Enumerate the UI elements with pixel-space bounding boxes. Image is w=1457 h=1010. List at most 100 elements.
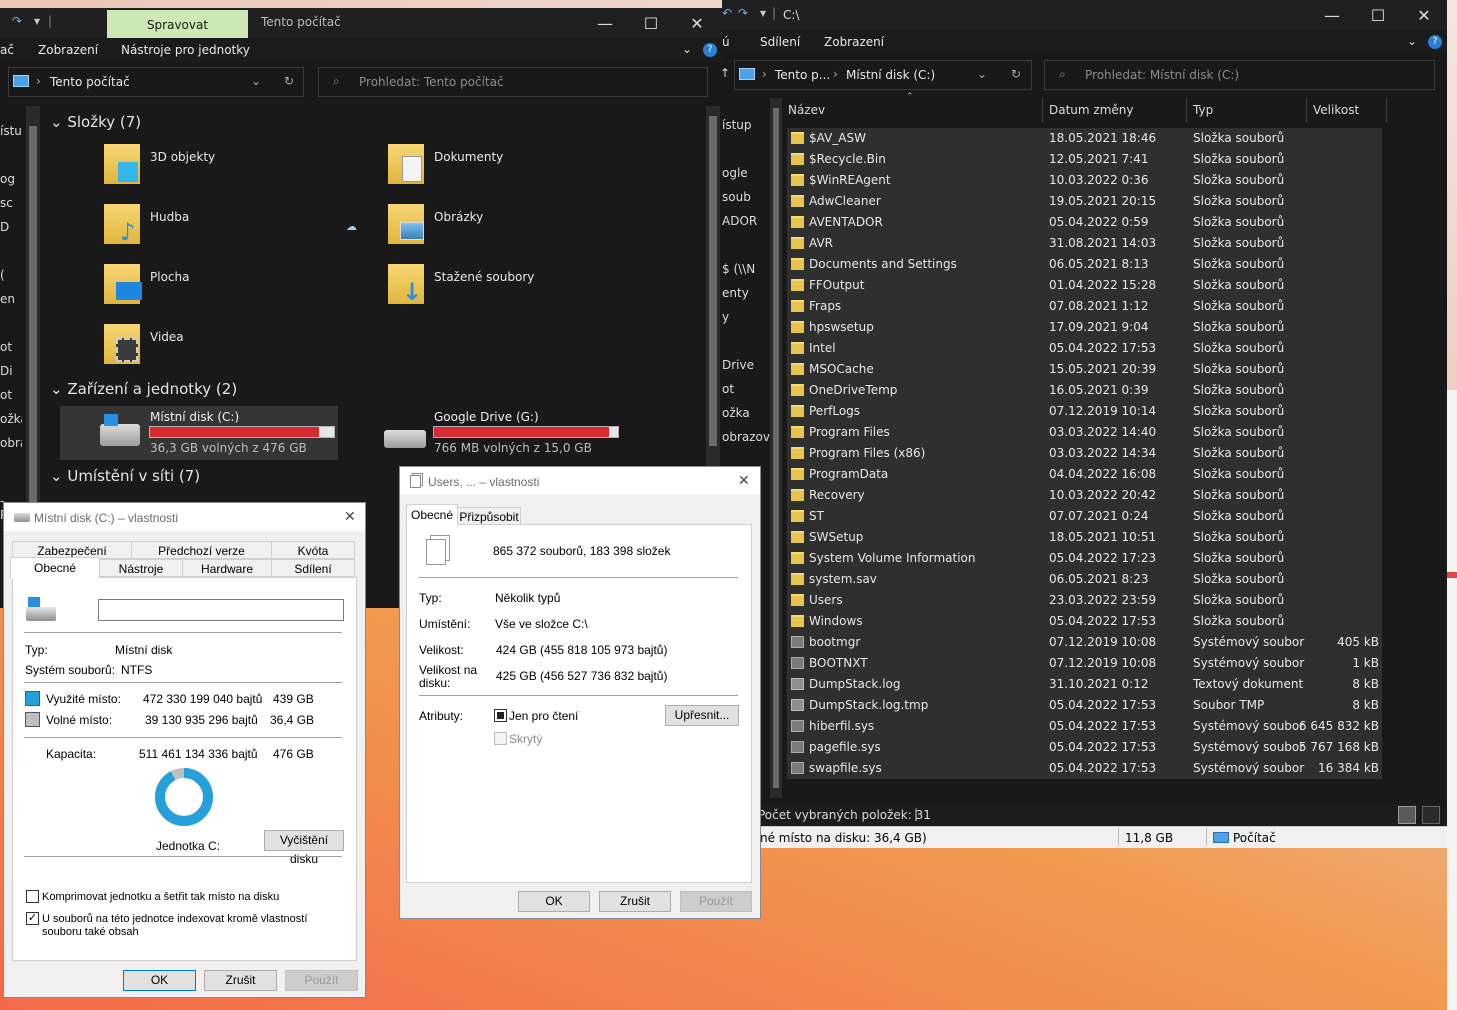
up-arrow-icon[interactable]: ↑ xyxy=(720,66,730,80)
nav-item[interactable]: ot xyxy=(0,340,12,354)
ribbon-expand-icon[interactable]: ⌄ xyxy=(682,42,692,56)
nav-item[interactable]: $ (\\N xyxy=(722,262,755,276)
file-row[interactable]: Windows 05.04.2022 17:53 Složka souborů xyxy=(787,611,1382,632)
folder-documents[interactable]: Dokumenty xyxy=(388,144,608,192)
nav-item[interactable]: obrazov xyxy=(722,430,770,444)
advanced-button[interactable]: Upřesnit... xyxy=(665,705,739,726)
refresh-icon[interactable]: ↻ xyxy=(1011,67,1021,81)
tab-sharing[interactable]: Sdílení xyxy=(271,559,355,577)
close-button[interactable]: ✕ xyxy=(674,8,720,38)
file-row[interactable]: $Recycle.Bin 12.05.2021 7:41 Složka soubor… xyxy=(787,149,1382,170)
file-row[interactable]: Users 23.03.2022 23:59 Složka souborů xyxy=(787,590,1382,611)
content-scrollbar[interactable] xyxy=(706,106,720,466)
nav-item[interactable]: Drive xyxy=(722,358,754,372)
file-row[interactable]: AdwCleaner 19.05.2021 20:15 Složka souborů xyxy=(787,191,1382,212)
refresh-icon[interactable]: ↻ xyxy=(284,74,294,88)
breadcrumb-c-drive[interactable]: Místní disk (C:) xyxy=(846,68,935,82)
folders-group-header[interactable]: ⌄ Složky (7) xyxy=(50,113,141,131)
address-bar[interactable]: › Tento p... › Místní disk (C:) ⌄ ↻ xyxy=(734,60,1032,90)
column-header-name[interactable]: Název xyxy=(788,98,825,122)
tab-home[interactable]: ú xyxy=(722,30,730,54)
maximize-button[interactable]: ☐ xyxy=(628,8,674,38)
maximize-button[interactable]: ☐ xyxy=(1355,0,1401,30)
file-row[interactable]: DumpStack.log 31.10.2021 0:12 Textový doku… xyxy=(787,674,1382,695)
file-row[interactable]: BOOTNXT 07.12.2019 10:08 Systémový soubor 1… xyxy=(787,653,1382,674)
minimize-button[interactable]: — xyxy=(582,8,628,38)
nav-item[interactable]: ogle xyxy=(722,166,748,180)
close-icon[interactable]: ✕ xyxy=(344,508,356,525)
tab-view[interactable]: Zobrazení xyxy=(38,38,98,62)
tab-computer[interactable]: ač xyxy=(0,38,14,62)
undo-icon[interactable]: ↶ xyxy=(722,6,732,20)
file-row[interactable]: Documents and Settings 06.05.2021 8:13 Slo… xyxy=(787,254,1382,275)
nav-scroll-thumb[interactable] xyxy=(29,126,37,566)
file-row[interactable]: FFOutput 01.04.2022 15:28 Složka souborů xyxy=(787,275,1382,296)
folder-videos[interactable]: Videa xyxy=(104,324,324,372)
large-icons-view-icon[interactable] xyxy=(1422,806,1440,824)
address-history-icon[interactable]: ⌄ xyxy=(251,74,261,88)
file-row[interactable]: PerfLogs 07.12.2019 10:14 Složka souborů xyxy=(787,401,1382,422)
file-row[interactable]: MSOCache 15.05.2021 20:39 Složka souborů xyxy=(787,359,1382,380)
file-row[interactable]: system.sav 06.05.2021 8:23 Složka souborů xyxy=(787,569,1382,590)
column-header-size[interactable]: Velikost xyxy=(1313,98,1359,122)
file-row[interactable]: ST 07.07.2021 0:24 Složka souborů xyxy=(787,506,1382,527)
column-separator[interactable] xyxy=(1186,98,1187,122)
nav-scroll-thumb[interactable] xyxy=(773,108,779,788)
file-row[interactable]: pagefile.sys 05.04.2022 17:53 Systémový so… xyxy=(787,737,1382,758)
file-row[interactable]: AVENTADOR 05.04.2022 0:59 Složka souborů xyxy=(787,212,1382,233)
column-separator[interactable] xyxy=(1042,98,1043,122)
tab-view[interactable]: Zobrazení xyxy=(824,30,884,54)
breadcrumb-this-pc[interactable]: Tento p... xyxy=(775,68,830,82)
file-row[interactable]: ProgramData 04.04.2022 16:08 Složka soubor… xyxy=(787,464,1382,485)
folder-music[interactable]: ♪ Hudba xyxy=(104,204,324,252)
tab-tools[interactable]: Nástroje xyxy=(99,559,183,577)
compress-checkbox[interactable] xyxy=(26,890,39,903)
redo-icon[interactable]: ↷ xyxy=(738,6,748,20)
tab-general[interactable]: Obecné xyxy=(406,504,458,526)
nav-item[interactable]: ot xyxy=(722,382,734,396)
devices-group-header[interactable]: ⌄ Zařízení a jednotky (2) xyxy=(50,380,237,398)
search-input[interactable]: ⌕ Prohledat: Místní disk (C:) xyxy=(1044,60,1435,90)
ribbon-context-tab[interactable]: Spravovat xyxy=(107,10,248,38)
nav-item[interactable]: y xyxy=(722,310,729,324)
column-header-type[interactable]: Typ xyxy=(1193,98,1213,122)
ok-button[interactable]: OK xyxy=(123,970,196,991)
search-input[interactable]: ⌕ Prohledat: Tento počítač xyxy=(318,67,708,97)
address-history-icon[interactable]: ⌄ xyxy=(977,67,987,81)
folder-downloads[interactable]: ↓ Stažené soubory xyxy=(388,264,608,312)
qat-dropdown-icon[interactable]: ▾ xyxy=(760,6,766,20)
tab-customize[interactable]: Přizpůsobit xyxy=(457,507,521,525)
ribbon-expand-icon[interactable]: ⌄ xyxy=(1407,34,1417,48)
nav-item[interactable]: ( xyxy=(0,268,5,282)
help-icon[interactable]: ? xyxy=(703,43,717,57)
file-row[interactable]: bootmgr 07.12.2019 10:08 Systémový soubor 4… xyxy=(787,632,1382,653)
nav-item[interactable]: og xyxy=(0,172,15,186)
readonly-checkbox[interactable] xyxy=(494,709,507,722)
folder-pictures[interactable]: Obrázky xyxy=(388,204,608,252)
cancel-button[interactable]: Zrušit xyxy=(204,970,277,991)
file-row[interactable]: DumpStack.log.tmp 05.04.2022 17:53 Soubor … xyxy=(787,695,1382,716)
redo-icon[interactable]: ↷ xyxy=(12,14,22,28)
apply-button[interactable]: Použít xyxy=(680,891,752,912)
nav-item[interactable]: ožka xyxy=(0,412,22,426)
file-row[interactable]: System Volume Information 05.04.2022 17:2… xyxy=(787,548,1382,569)
file-row[interactable]: hiberfil.sys 05.04.2022 17:53 Systémový so… xyxy=(787,716,1382,737)
tab-general[interactable]: Obecné xyxy=(10,557,100,579)
help-icon[interactable]: ? xyxy=(1428,35,1442,49)
nav-item[interactable]: ADOR xyxy=(722,214,757,228)
file-row[interactable]: Recovery 10.03.2022 20:42 Složka souborů xyxy=(787,485,1382,506)
minimize-button[interactable]: — xyxy=(1309,0,1355,30)
tab-share[interactable]: Sdílení xyxy=(760,30,800,54)
folder-3d-objects[interactable]: 3D objekty xyxy=(104,144,324,192)
nav-item[interactable]: ístup xyxy=(722,118,752,132)
column-header-date[interactable]: Datum změny xyxy=(1049,98,1134,122)
file-row[interactable]: Fraps 07.08.2021 1:12 Složka souborů xyxy=(787,296,1382,317)
tab-quota[interactable]: Kvóta xyxy=(271,541,355,559)
disk-cleanup-button[interactable]: Vyčištění disku xyxy=(264,830,344,866)
file-row[interactable]: $AV_ASW 18.05.2021 18:46 Složka souborů xyxy=(787,128,1382,149)
network-group-header[interactable]: ⌄ Umístění v síti (7) xyxy=(50,467,200,485)
file-row[interactable]: hpswsetup 17.09.2021 9:04 Složka souborů xyxy=(787,317,1382,338)
nav-item[interactable]: enty xyxy=(722,286,749,300)
nav-item[interactable]: ot xyxy=(0,388,12,402)
close-icon[interactable]: ✕ xyxy=(738,472,750,489)
